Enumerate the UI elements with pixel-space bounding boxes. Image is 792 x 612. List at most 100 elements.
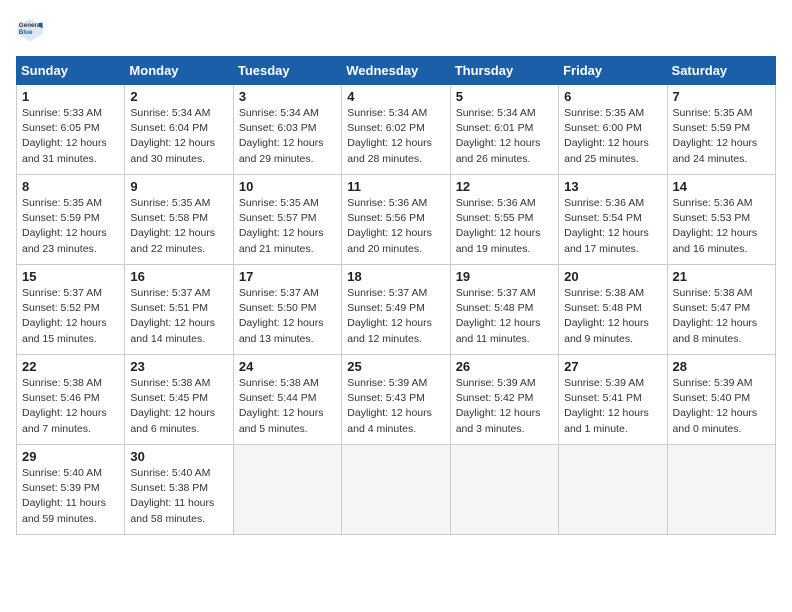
day-number: 18 (347, 269, 444, 284)
day-number: 25 (347, 359, 444, 374)
day-info: Sunrise: 5:39 AMSunset: 5:41 PMDaylight:… (564, 376, 661, 437)
day-info: Sunrise: 5:34 AMSunset: 6:02 PMDaylight:… (347, 106, 444, 167)
calendar-week-5: 29 Sunrise: 5:40 AMSunset: 5:39 PMDaylig… (17, 445, 776, 535)
day-number: 2 (130, 89, 227, 104)
day-info: Sunrise: 5:39 AMSunset: 5:43 PMDaylight:… (347, 376, 444, 437)
day-number: 21 (673, 269, 770, 284)
day-info: Sunrise: 5:36 AMSunset: 5:55 PMDaylight:… (456, 196, 553, 257)
day-number: 28 (673, 359, 770, 374)
weekday-header-thursday: Thursday (450, 57, 558, 85)
calendar-cell (233, 445, 341, 535)
day-number: 27 (564, 359, 661, 374)
calendar-cell (559, 445, 667, 535)
calendar-cell: 4 Sunrise: 5:34 AMSunset: 6:02 PMDayligh… (342, 85, 450, 175)
day-info: Sunrise: 5:35 AMSunset: 5:58 PMDaylight:… (130, 196, 227, 257)
day-info: Sunrise: 5:36 AMSunset: 5:56 PMDaylight:… (347, 196, 444, 257)
calendar-cell: 12 Sunrise: 5:36 AMSunset: 5:55 PMDaylig… (450, 175, 558, 265)
day-number: 5 (456, 89, 553, 104)
day-number: 10 (239, 179, 336, 194)
calendar-cell: 5 Sunrise: 5:34 AMSunset: 6:01 PMDayligh… (450, 85, 558, 175)
calendar-cell (667, 445, 775, 535)
calendar-week-3: 15 Sunrise: 5:37 AMSunset: 5:52 PMDaylig… (17, 265, 776, 355)
calendar-cell: 28 Sunrise: 5:39 AMSunset: 5:40 PMDaylig… (667, 355, 775, 445)
day-number: 17 (239, 269, 336, 284)
day-number: 29 (22, 449, 119, 464)
calendar-cell: 2 Sunrise: 5:34 AMSunset: 6:04 PMDayligh… (125, 85, 233, 175)
logo: General Blue (16, 16, 48, 44)
day-info: Sunrise: 5:34 AMSunset: 6:04 PMDaylight:… (130, 106, 227, 167)
calendar-week-4: 22 Sunrise: 5:38 AMSunset: 5:46 PMDaylig… (17, 355, 776, 445)
day-info: Sunrise: 5:38 AMSunset: 5:48 PMDaylight:… (564, 286, 661, 347)
day-number: 9 (130, 179, 227, 194)
calendar-week-2: 8 Sunrise: 5:35 AMSunset: 5:59 PMDayligh… (17, 175, 776, 265)
calendar-cell (450, 445, 558, 535)
calendar-cell: 1 Sunrise: 5:33 AMSunset: 6:05 PMDayligh… (17, 85, 125, 175)
day-number: 16 (130, 269, 227, 284)
day-info: Sunrise: 5:36 AMSunset: 5:53 PMDaylight:… (673, 196, 770, 257)
day-info: Sunrise: 5:37 AMSunset: 5:51 PMDaylight:… (130, 286, 227, 347)
day-number: 11 (347, 179, 444, 194)
day-info: Sunrise: 5:37 AMSunset: 5:52 PMDaylight:… (22, 286, 119, 347)
calendar-cell: 27 Sunrise: 5:39 AMSunset: 5:41 PMDaylig… (559, 355, 667, 445)
day-info: Sunrise: 5:35 AMSunset: 6:00 PMDaylight:… (564, 106, 661, 167)
day-info: Sunrise: 5:39 AMSunset: 5:40 PMDaylight:… (673, 376, 770, 437)
calendar-week-1: 1 Sunrise: 5:33 AMSunset: 6:05 PMDayligh… (17, 85, 776, 175)
calendar-cell: 19 Sunrise: 5:37 AMSunset: 5:48 PMDaylig… (450, 265, 558, 355)
calendar-cell: 10 Sunrise: 5:35 AMSunset: 5:57 PMDaylig… (233, 175, 341, 265)
day-number: 12 (456, 179, 553, 194)
weekday-header-wednesday: Wednesday (342, 57, 450, 85)
day-number: 24 (239, 359, 336, 374)
svg-text:Blue: Blue (19, 29, 33, 36)
day-number: 23 (130, 359, 227, 374)
day-info: Sunrise: 5:36 AMSunset: 5:54 PMDaylight:… (564, 196, 661, 257)
day-info: Sunrise: 5:34 AMSunset: 6:01 PMDaylight:… (456, 106, 553, 167)
day-info: Sunrise: 5:38 AMSunset: 5:47 PMDaylight:… (673, 286, 770, 347)
calendar-cell: 21 Sunrise: 5:38 AMSunset: 5:47 PMDaylig… (667, 265, 775, 355)
calendar-cell: 26 Sunrise: 5:39 AMSunset: 5:42 PMDaylig… (450, 355, 558, 445)
calendar-cell: 9 Sunrise: 5:35 AMSunset: 5:58 PMDayligh… (125, 175, 233, 265)
day-number: 20 (564, 269, 661, 284)
day-info: Sunrise: 5:39 AMSunset: 5:42 PMDaylight:… (456, 376, 553, 437)
day-info: Sunrise: 5:40 AMSunset: 5:38 PMDaylight:… (130, 466, 227, 527)
calendar-cell: 13 Sunrise: 5:36 AMSunset: 5:54 PMDaylig… (559, 175, 667, 265)
day-info: Sunrise: 5:38 AMSunset: 5:44 PMDaylight:… (239, 376, 336, 437)
day-info: Sunrise: 5:35 AMSunset: 5:59 PMDaylight:… (673, 106, 770, 167)
logo-icon: General Blue (16, 16, 44, 44)
calendar-cell: 11 Sunrise: 5:36 AMSunset: 5:56 PMDaylig… (342, 175, 450, 265)
day-info: Sunrise: 5:35 AMSunset: 5:57 PMDaylight:… (239, 196, 336, 257)
calendar-cell: 18 Sunrise: 5:37 AMSunset: 5:49 PMDaylig… (342, 265, 450, 355)
calendar-cell: 20 Sunrise: 5:38 AMSunset: 5:48 PMDaylig… (559, 265, 667, 355)
calendar-cell: 6 Sunrise: 5:35 AMSunset: 6:00 PMDayligh… (559, 85, 667, 175)
weekday-header-friday: Friday (559, 57, 667, 85)
day-number: 6 (564, 89, 661, 104)
day-number: 19 (456, 269, 553, 284)
calendar-cell: 30 Sunrise: 5:40 AMSunset: 5:38 PMDaylig… (125, 445, 233, 535)
calendar-cell: 17 Sunrise: 5:37 AMSunset: 5:50 PMDaylig… (233, 265, 341, 355)
day-info: Sunrise: 5:37 AMSunset: 5:49 PMDaylight:… (347, 286, 444, 347)
calendar-cell: 7 Sunrise: 5:35 AMSunset: 5:59 PMDayligh… (667, 85, 775, 175)
day-info: Sunrise: 5:38 AMSunset: 5:45 PMDaylight:… (130, 376, 227, 437)
calendar-cell (342, 445, 450, 535)
day-number: 30 (130, 449, 227, 464)
weekday-header-saturday: Saturday (667, 57, 775, 85)
calendar-cell: 25 Sunrise: 5:39 AMSunset: 5:43 PMDaylig… (342, 355, 450, 445)
day-info: Sunrise: 5:35 AMSunset: 5:59 PMDaylight:… (22, 196, 119, 257)
calendar-cell: 8 Sunrise: 5:35 AMSunset: 5:59 PMDayligh… (17, 175, 125, 265)
weekday-header-tuesday: Tuesday (233, 57, 341, 85)
day-number: 15 (22, 269, 119, 284)
weekday-header-monday: Monday (125, 57, 233, 85)
day-info: Sunrise: 5:37 AMSunset: 5:48 PMDaylight:… (456, 286, 553, 347)
day-info: Sunrise: 5:37 AMSunset: 5:50 PMDaylight:… (239, 286, 336, 347)
calendar-cell: 29 Sunrise: 5:40 AMSunset: 5:39 PMDaylig… (17, 445, 125, 535)
calendar-table: SundayMondayTuesdayWednesdayThursdayFrid… (16, 56, 776, 535)
day-number: 13 (564, 179, 661, 194)
day-info: Sunrise: 5:40 AMSunset: 5:39 PMDaylight:… (22, 466, 119, 527)
calendar-cell: 23 Sunrise: 5:38 AMSunset: 5:45 PMDaylig… (125, 355, 233, 445)
calendar-cell: 24 Sunrise: 5:38 AMSunset: 5:44 PMDaylig… (233, 355, 341, 445)
day-number: 22 (22, 359, 119, 374)
calendar-cell: 3 Sunrise: 5:34 AMSunset: 6:03 PMDayligh… (233, 85, 341, 175)
day-info: Sunrise: 5:38 AMSunset: 5:46 PMDaylight:… (22, 376, 119, 437)
day-number: 3 (239, 89, 336, 104)
day-info: Sunrise: 5:33 AMSunset: 6:05 PMDaylight:… (22, 106, 119, 167)
weekday-header-sunday: Sunday (17, 57, 125, 85)
